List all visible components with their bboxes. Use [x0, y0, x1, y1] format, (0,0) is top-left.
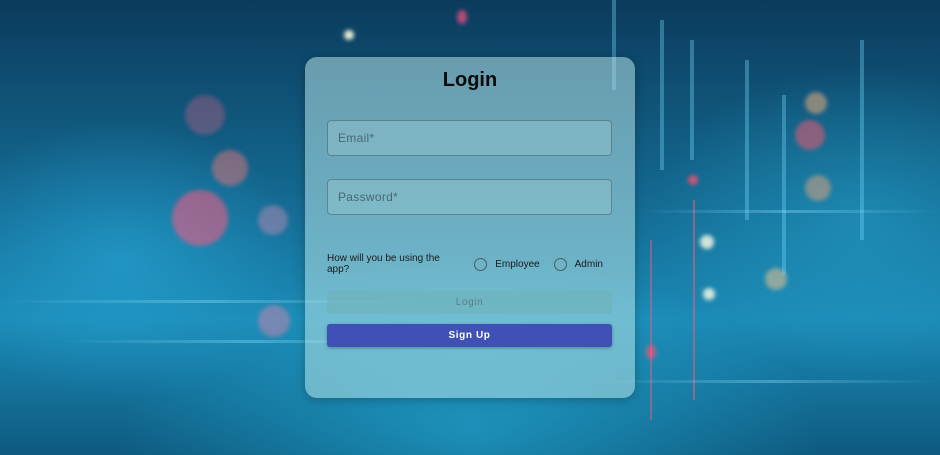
- password-input[interactable]: [328, 180, 611, 214]
- admin-label[interactable]: Admin: [575, 259, 603, 270]
- admin-radio[interactable]: [553, 257, 567, 271]
- email-input[interactable]: [328, 121, 611, 155]
- light-bar: [690, 40, 694, 160]
- bokeh-light: [703, 288, 715, 300]
- bokeh-light: [805, 175, 831, 201]
- light-bar: [745, 60, 749, 220]
- bokeh-light: [212, 150, 248, 186]
- light-streak: [600, 380, 940, 383]
- bokeh-light: [258, 305, 290, 337]
- bokeh-light: [795, 120, 825, 150]
- sign-up-button[interactable]: Sign Up: [327, 324, 612, 347]
- bokeh-light: [344, 30, 354, 40]
- light-bar: [650, 240, 652, 420]
- email-field[interactable]: [327, 120, 612, 156]
- password-field[interactable]: [327, 179, 612, 215]
- bokeh-light: [172, 190, 228, 246]
- employee-radio[interactable]: [474, 257, 488, 271]
- light-bar: [782, 95, 786, 275]
- bokeh-light: [700, 235, 714, 249]
- login-card: Login How will you be using the app? Emp…: [305, 57, 635, 398]
- bokeh-light: [258, 205, 288, 235]
- light-streak: [640, 210, 940, 213]
- login-title: Login: [442, 69, 498, 91]
- light-bar: [693, 200, 695, 400]
- bokeh-light: [805, 92, 827, 114]
- bokeh-light: [688, 175, 698, 185]
- role-question: How will you be using the app?: [327, 253, 440, 275]
- employee-label[interactable]: Employee: [495, 259, 539, 270]
- login-button[interactable]: Login: [327, 291, 612, 314]
- bokeh-light: [457, 10, 467, 24]
- role-selector: How will you be using the app? Employee …: [327, 253, 617, 275]
- bokeh-light: [185, 95, 225, 135]
- light-bar: [660, 20, 664, 170]
